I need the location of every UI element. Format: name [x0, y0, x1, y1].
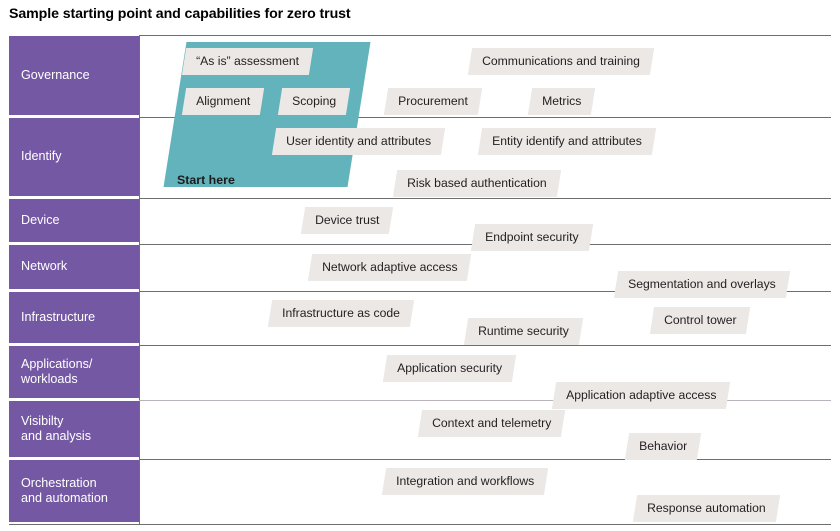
capability-chip[interactable]: Risk based authentication [392, 170, 561, 198]
capability-chip-label: Scoping [292, 94, 337, 108]
row-label-line1: Identify [21, 149, 62, 164]
zero-trust-capability-matrix: Governance “As is” assessment Communicatio… [9, 35, 831, 525]
matrix-row: Applications/workloads Application securi… [9, 345, 831, 410]
capability-chip[interactable]: Application adaptive access [551, 382, 731, 410]
row-label-infrastructure: Infrastructure [9, 291, 139, 344]
row-label-identify: Identify [9, 117, 139, 197]
matrix-row-body: Integration and workflows Response automa… [139, 460, 831, 524]
row-label-line1: Infrastructure [21, 309, 96, 324]
capability-chip[interactable]: Integration and workflows [381, 468, 549, 496]
matrix-row: Identify User identity and attributes Enti… [9, 117, 831, 198]
matrix-row: Device Device trust Endpoint security [9, 198, 831, 252]
capability-chip-label: Communications and training [482, 54, 640, 68]
capability-chip-label: Metrics [542, 94, 582, 108]
matrix-row-body: Context and telemetry Behavior [139, 401, 831, 461]
capability-chip-label: User identity and attributes [286, 134, 432, 148]
capability-chip-label: Integration and workflows [396, 474, 535, 488]
row-label-visibilty: Visibilty and analysis [9, 400, 139, 458]
row-label-device: Device [9, 198, 139, 243]
matrix-row: Infrastructure Infrastructure as code Runt… [9, 291, 831, 346]
row-label-line2: workloads [21, 372, 78, 386]
capability-chip-label: Segmentation and overlays [628, 277, 776, 291]
capability-chip[interactable]: Procurement [383, 88, 482, 116]
row-label-line1: Visibilty [21, 413, 64, 428]
start-here-label: Start here [177, 173, 235, 187]
capability-chip[interactable]: Communications and training [467, 48, 654, 76]
capability-chip-label: Behavior [639, 439, 688, 453]
capability-chip-label: Network adaptive access [322, 260, 458, 274]
row-label-line1: Orchestration [21, 475, 97, 490]
row-label-line2: and analysis [21, 429, 92, 443]
capability-chip[interactable]: Metrics [527, 88, 596, 116]
row-label-line1: Applications/ [21, 356, 93, 371]
capability-chip-label: Entity identify and attributes [492, 134, 642, 148]
capability-chip-label: Application security [397, 361, 503, 375]
row-label-network: Network [9, 244, 139, 290]
capability-chip-label: Alignment [196, 94, 251, 108]
matrix-row-body: Infrastructure as code Runtime security Co… [139, 292, 831, 346]
capability-chip[interactable]: Application security [382, 355, 517, 383]
capability-chip[interactable]: Alignment [181, 88, 265, 116]
capability-chip-label: Infrastructure as code [282, 306, 400, 320]
row-label-line1: Device [21, 212, 60, 227]
capability-chip[interactable]: Device trust [300, 207, 394, 235]
row-label-line2: and automation [21, 491, 108, 505]
matrix-row: Network Network adaptive access Segmentati… [9, 244, 831, 299]
row-label-line1: Network [21, 259, 68, 274]
capability-chip[interactable]: Network adaptive access [307, 254, 472, 282]
row-label-orchestration: Orchestration and automation [9, 459, 139, 523]
matrix-row-body: Network adaptive access Segmentation and … [139, 245, 831, 299]
capability-chip-label: Control tower [664, 313, 737, 327]
matrix-row-body: Application security Application adaptive… [139, 346, 831, 410]
matrix-row: Orchestration and automation Integration a… [9, 459, 831, 525]
capability-chip-label: Runtime security [478, 324, 569, 338]
capability-chip-label: Device trust [315, 213, 380, 227]
capability-chip-label: “As is” assessment [196, 54, 300, 68]
capability-chip-label: Risk based authentication [407, 176, 547, 190]
capability-chip-label: Endpoint security [485, 230, 579, 244]
capability-chip-label: Application adaptive access [566, 388, 717, 402]
capability-chip[interactable]: Infrastructure as code [267, 300, 415, 328]
row-label-line1: Governance [21, 67, 90, 82]
capability-chip[interactable]: Endpoint security [470, 224, 593, 252]
capability-chip[interactable]: Behavior [624, 433, 702, 461]
capability-chip[interactable]: Scoping [277, 88, 351, 116]
capability-chip[interactable]: “As is” assessment [181, 48, 314, 76]
capability-chip[interactable]: Entity identify and attributes [477, 128, 656, 156]
capability-chip[interactable]: Runtime security [463, 318, 583, 346]
row-label-governance: Governance [9, 35, 139, 116]
capability-chip[interactable]: Segmentation and overlays [613, 271, 790, 299]
capability-chip[interactable]: Control tower [649, 307, 751, 335]
capability-chip[interactable]: User identity and attributes [271, 128, 446, 156]
capability-chip[interactable]: Response automation [632, 495, 780, 523]
row-label-applications: Applications/workloads [9, 345, 139, 399]
matrix-row-body: Device trust Endpoint security [139, 199, 831, 252]
capability-chip-label: Context and telemetry [432, 416, 552, 430]
page-title: Sample starting point and capabilities f… [9, 6, 351, 22]
capability-chip-label: Procurement [398, 94, 468, 108]
capability-chip[interactable]: Context and telemetry [417, 410, 566, 438]
capability-chip-label: Response automation [647, 501, 766, 515]
matrix-row: Governance “As is” assessment Communicatio… [9, 35, 831, 117]
